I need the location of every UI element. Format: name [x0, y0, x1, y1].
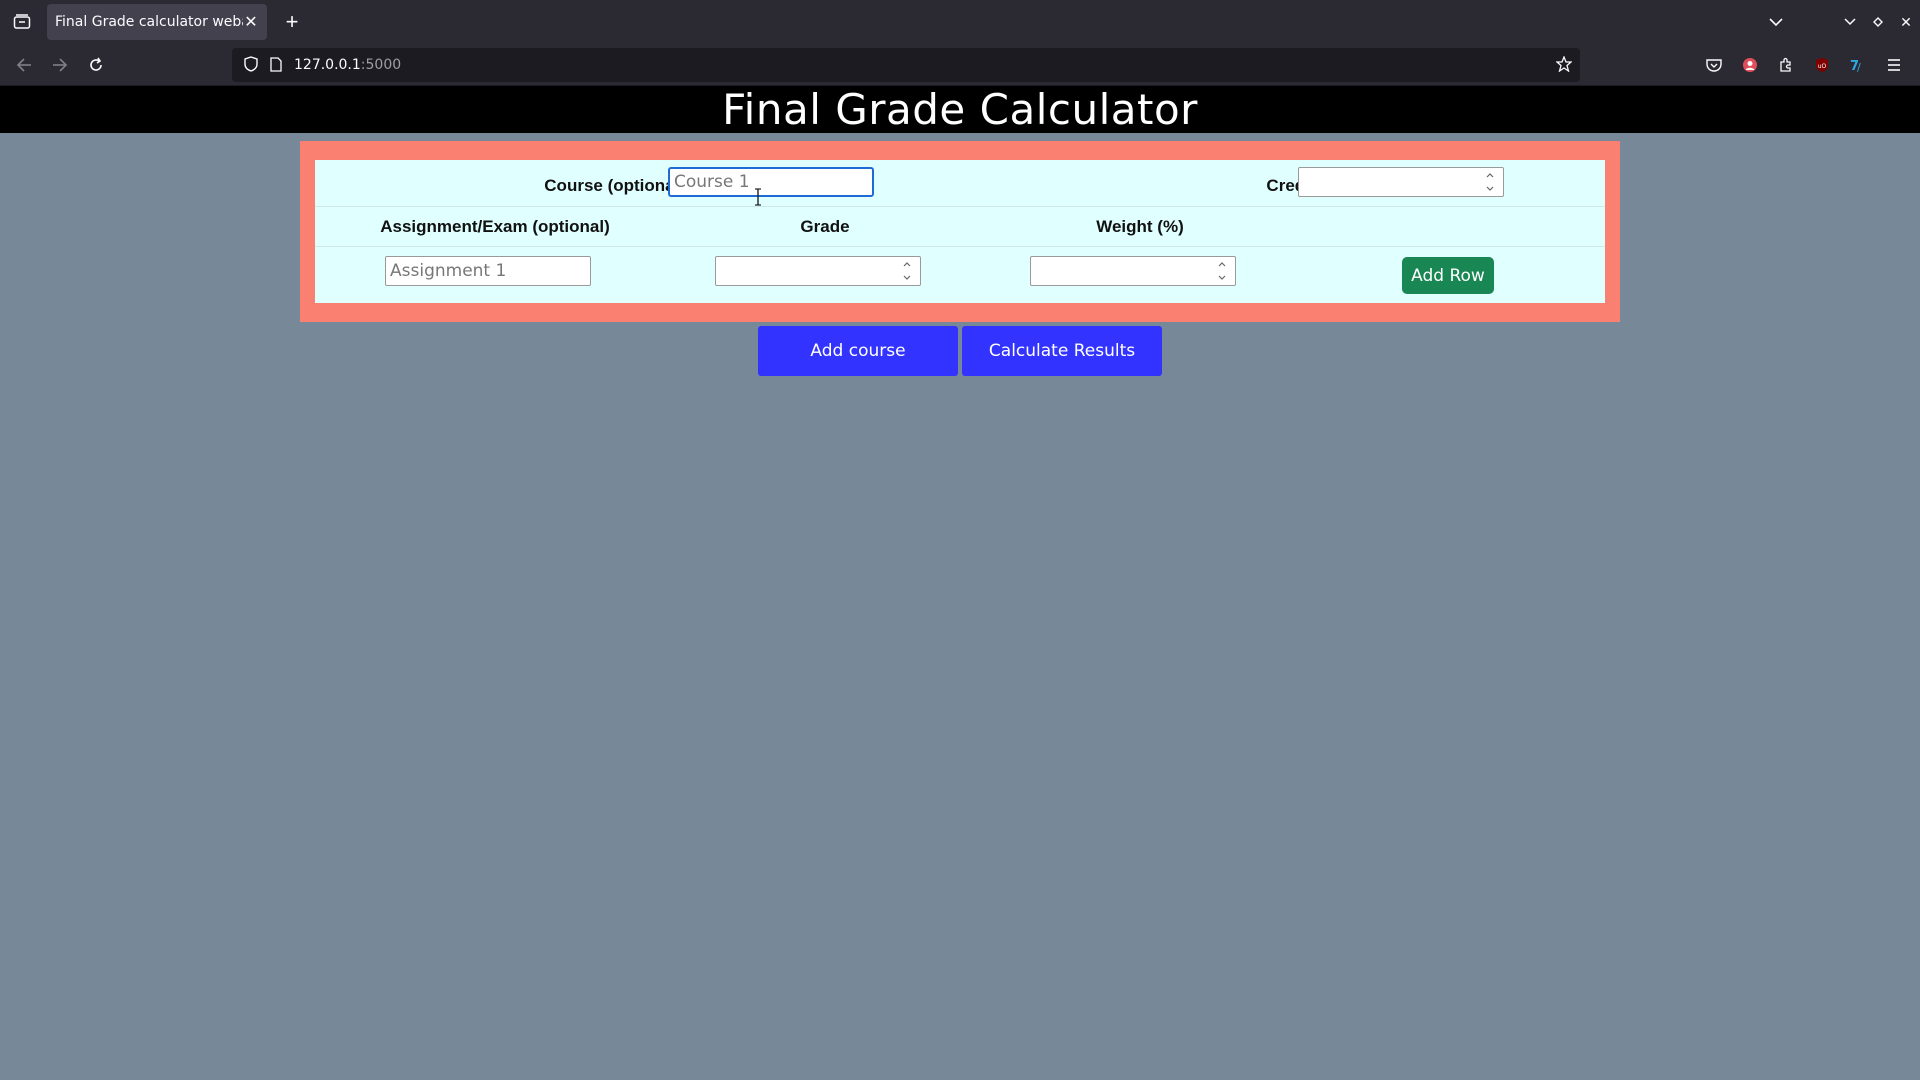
- course-card: Course (optional) Course 1 Credits Assig…: [300, 141, 1620, 322]
- tab-title: Final Grade calculator webapp: [55, 14, 243, 30]
- shield-icon[interactable]: [244, 56, 258, 77]
- url-text: 127.0.0.1:5000: [294, 57, 402, 73]
- calculate-results-button[interactable]: Calculate Results: [962, 326, 1162, 376]
- translate-extension-icon[interactable]: 7/: [1844, 51, 1872, 79]
- profile-icon[interactable]: [1736, 51, 1764, 79]
- chevron-down-icon[interactable]: [1762, 8, 1790, 36]
- svg-text:/: /: [1857, 61, 1861, 73]
- reload-icon[interactable]: [82, 51, 110, 79]
- text-cursor-icon: [754, 188, 762, 206]
- extensions-icon[interactable]: [1772, 51, 1800, 79]
- grade-input[interactable]: [715, 256, 921, 286]
- browser-tab[interactable]: Final Grade calculator webapp ✕: [47, 4, 267, 40]
- row-divider: [315, 246, 1605, 247]
- assignment-placeholder: Assignment 1: [390, 261, 507, 281]
- toolbar-icons: uO 7/: [1700, 51, 1908, 79]
- course-table: Course (optional) Course 1 Credits Assig…: [315, 160, 1605, 303]
- new-tab-icon[interactable]: +: [278, 8, 306, 36]
- assignment-column-header: Assignment/Exam (optional): [380, 217, 610, 236]
- back-icon[interactable]: [10, 51, 38, 79]
- course-label: Course (optional): [544, 176, 685, 195]
- tab-bar: Final Grade calculator webapp ✕ + ✕: [0, 0, 1920, 44]
- row-divider: [315, 206, 1605, 207]
- minimize-icon[interactable]: [1836, 8, 1864, 36]
- close-window-icon[interactable]: ✕: [1892, 8, 1920, 36]
- stepper-icon[interactable]: [1485, 173, 1495, 191]
- course-placeholder: Course 1: [674, 172, 750, 192]
- weight-input[interactable]: [1030, 256, 1236, 286]
- tab-list-icon[interactable]: [8, 8, 36, 36]
- add-course-button[interactable]: Add course: [758, 326, 958, 376]
- maximize-icon[interactable]: [1864, 8, 1892, 36]
- grade-column-header: Grade: [800, 217, 850, 236]
- bookmark-star-icon[interactable]: [1555, 55, 1573, 77]
- page-icon[interactable]: [270, 57, 282, 77]
- nav-bar: 127.0.0.1:5000 uO 7/: [0, 44, 1920, 86]
- page-header: Final Grade Calculator: [0, 85, 1920, 134]
- forward-icon[interactable]: [46, 51, 74, 79]
- course-input[interactable]: Course 1: [668, 167, 874, 197]
- ublock-icon[interactable]: uO: [1808, 51, 1836, 79]
- window-controls: ✕: [1836, 0, 1920, 44]
- weight-column-header: Weight (%): [1096, 217, 1184, 236]
- credits-input[interactable]: [1298, 167, 1504, 197]
- menu-icon[interactable]: [1880, 51, 1908, 79]
- page-title: Final Grade Calculator: [722, 85, 1198, 134]
- close-tab-icon[interactable]: ✕: [243, 12, 259, 32]
- stepper-icon[interactable]: [1217, 262, 1227, 280]
- add-row-button[interactable]: Add Row: [1402, 257, 1494, 294]
- assignment-input[interactable]: Assignment 1: [385, 256, 591, 286]
- pocket-icon[interactable]: [1700, 51, 1728, 79]
- stepper-icon[interactable]: [902, 262, 912, 280]
- url-bar[interactable]: 127.0.0.1:5000: [232, 48, 1580, 82]
- svg-text:uO: uO: [1818, 63, 1827, 70]
